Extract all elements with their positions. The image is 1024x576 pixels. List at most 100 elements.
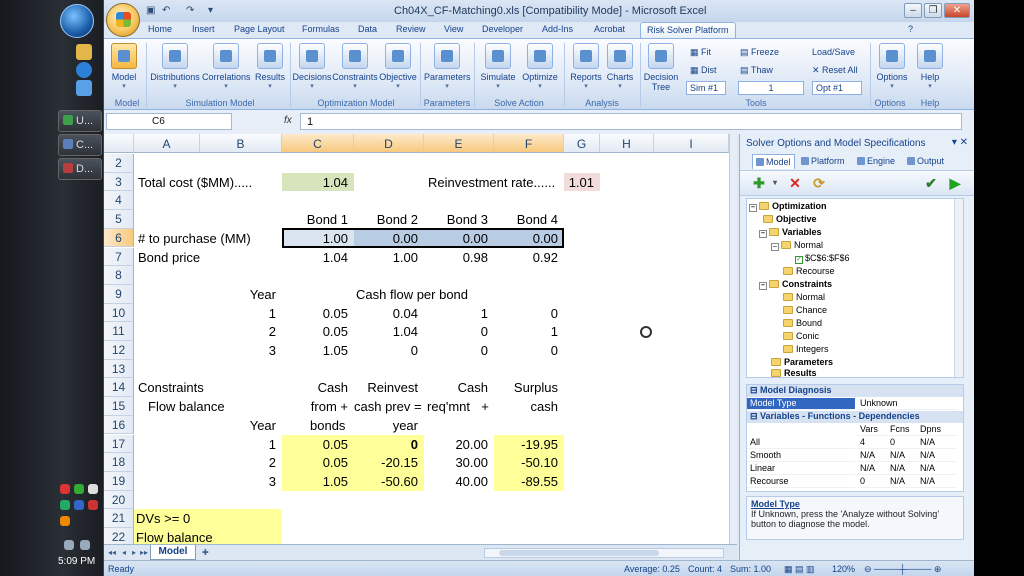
row-header-8[interactable]: 8 <box>104 266 134 285</box>
pane-tab-model[interactable]: Model <box>752 154 795 169</box>
formula-input[interactable]: 1 <box>300 113 962 130</box>
prev-sheet-icon[interactable]: ◂ <box>122 548 126 557</box>
cell-e14[interactable]: Cash <box>424 378 494 397</box>
options-button[interactable]: Options ▾ <box>872 43 912 90</box>
tray-icon[interactable] <box>74 484 84 494</box>
correlations-button[interactable]: Correlations ▾ <box>202 43 251 90</box>
tree-parameters[interactable]: Parameters <box>771 357 833 367</box>
first-sheet-icon[interactable]: ◂◂ <box>108 548 116 557</box>
start-button[interactable] <box>60 4 94 38</box>
model-type-key[interactable]: Model Type <box>747 398 855 410</box>
taskbar-item-1[interactable]: U... <box>58 110 102 132</box>
tree-results[interactable]: Results <box>771 368 817 377</box>
minimize-button[interactable]: – <box>904 3 922 18</box>
model-button[interactable]: Model ▾ <box>104 43 144 90</box>
cell-d11[interactable]: 1.04 <box>354 322 424 341</box>
column-header-b[interactable]: B <box>200 134 282 153</box>
row-header-11[interactable]: 11 <box>104 322 134 341</box>
model-diagnosis-header[interactable]: ⊟ Model Diagnosis <box>747 385 963 397</box>
folder-icon[interactable] <box>76 44 92 60</box>
pane-close-icon[interactable]: ▾ ✕ <box>952 137 968 148</box>
row-header-16[interactable]: 16 <box>104 415 134 435</box>
cell-a3[interactable]: Total cost ($MM)..... <box>136 173 282 192</box>
prop-row-name[interactable]: Smooth <box>747 450 855 462</box>
cell-e15[interactable]: req'mnt <box>424 397 476 416</box>
media-icon[interactable] <box>76 80 92 96</box>
row-header-6[interactable]: 6 <box>104 228 134 248</box>
cell-c14[interactable]: Cash <box>282 378 354 397</box>
tree-variables-normal[interactable]: – Normal <box>771 240 823 251</box>
freeze-button[interactable]: ▤ Freeze <box>740 47 779 58</box>
load-save-button[interactable]: Load/Save <box>812 47 855 57</box>
column-header-g[interactable]: G <box>564 134 600 153</box>
cell-c7[interactable]: 1.04 <box>282 248 354 267</box>
next-sheet-icon[interactable]: ▸ <box>132 548 136 557</box>
save-icon[interactable]: ▣ <box>146 5 155 16</box>
select-all-corner[interactable] <box>104 134 134 153</box>
cell-e12[interactable]: 0 <box>424 341 494 360</box>
cell-f11[interactable]: 1 <box>494 322 564 341</box>
pane-tab-platform[interactable]: Platform <box>798 154 848 169</box>
column-header-i[interactable]: I <box>654 134 729 153</box>
row-header-20[interactable]: 20 <box>104 490 134 510</box>
tree-objective[interactable]: Objective <box>763 214 817 224</box>
tab-formulas[interactable]: Formulas <box>302 24 340 34</box>
model-type-value[interactable]: Unknown <box>857 398 957 410</box>
cell-f10[interactable]: 0 <box>494 304 564 323</box>
office-button[interactable] <box>106 3 140 37</box>
cell-f12[interactable]: 0 <box>494 341 564 360</box>
cell-b9[interactable]: Year <box>200 285 282 304</box>
tab-home[interactable]: Home <box>148 24 172 34</box>
vertical-scrollbar[interactable] <box>729 134 737 544</box>
cell-e3[interactable]: Reinvestment rate...... <box>426 173 564 192</box>
cell-b17[interactable]: 1 <box>200 435 282 454</box>
taskbar-item-3[interactable]: D... <box>58 158 102 180</box>
cell-c19[interactable]: 1.05 <box>282 471 354 491</box>
cell-e10[interactable]: 1 <box>424 304 494 323</box>
cell-e11[interactable]: 0 <box>424 322 494 341</box>
decisions-button[interactable]: Decisions ▾ <box>292 43 332 90</box>
column-header-e[interactable]: E <box>424 134 494 153</box>
ie-icon[interactable] <box>76 62 92 78</box>
redo-icon[interactable]: ↷ <box>186 5 194 16</box>
tab-page-layout[interactable]: Page Layout <box>234 24 285 34</box>
row-header-10[interactable]: 10 <box>104 303 134 323</box>
cell-d10[interactable]: 0.04 <box>354 304 424 323</box>
tab-acrobat[interactable]: Acrobat <box>594 24 625 34</box>
clock[interactable]: 5:09 PM <box>58 556 95 567</box>
thaw-button[interactable]: ▤ Thaw <box>740 65 773 76</box>
cell-b19[interactable]: 3 <box>200 472 282 491</box>
cell-c11[interactable]: 0.05 <box>282 322 354 341</box>
prop-row-name[interactable]: All <box>747 437 855 449</box>
objective-button[interactable]: Objective ▾ <box>378 43 418 90</box>
cell-d7[interactable]: 1.00 <box>354 248 424 267</box>
cell-e19[interactable]: 40.00 <box>424 472 494 491</box>
cell-d14[interactable]: Reinvest <box>354 378 424 397</box>
tree-constraints-normal[interactable]: Normal <box>783 292 825 302</box>
cell-b10[interactable]: 1 <box>200 304 282 323</box>
cell-a21[interactable]: DVs >= 0 <box>134 509 282 528</box>
insert-sheet-icon[interactable]: ✚ <box>202 548 209 557</box>
row-header-2[interactable]: 2 <box>104 154 134 173</box>
tree-constraints[interactable]: – Constraints <box>759 279 832 290</box>
ribbon-help-icon[interactable]: ? <box>908 24 913 34</box>
zoom-slider[interactable]: ⊖ ────┼──── ⊕ <box>864 564 941 575</box>
charts-button[interactable]: Charts ▾ <box>600 43 640 90</box>
tray-icon[interactable] <box>74 500 84 510</box>
prop-row-name[interactable]: Recourse <box>747 476 855 488</box>
tree-integers[interactable]: Integers <box>783 344 829 354</box>
add-icon[interactable]: ✚ <box>752 176 766 190</box>
pane-tab-output[interactable]: Output <box>904 154 947 169</box>
cell-d18[interactable]: -20.15 <box>354 453 424 472</box>
tab-data[interactable]: Data <box>358 24 377 34</box>
tab-add-ins[interactable]: Add-Ins <box>542 24 573 34</box>
column-header-h[interactable]: H <box>600 134 654 153</box>
cell-a7[interactable]: Bond price <box>136 248 282 267</box>
cell-c18[interactable]: 0.05 <box>282 453 354 472</box>
cell-f14[interactable]: Surplus <box>494 378 564 397</box>
cell-c6[interactable]: 1.00 <box>282 228 354 248</box>
cell-e18[interactable]: 30.00 <box>424 453 494 472</box>
cell-a14[interactable]: Constraints <box>136 378 282 397</box>
tree-bound[interactable]: Bound <box>783 318 822 328</box>
cell-c12[interactable]: 1.05 <box>282 341 354 360</box>
